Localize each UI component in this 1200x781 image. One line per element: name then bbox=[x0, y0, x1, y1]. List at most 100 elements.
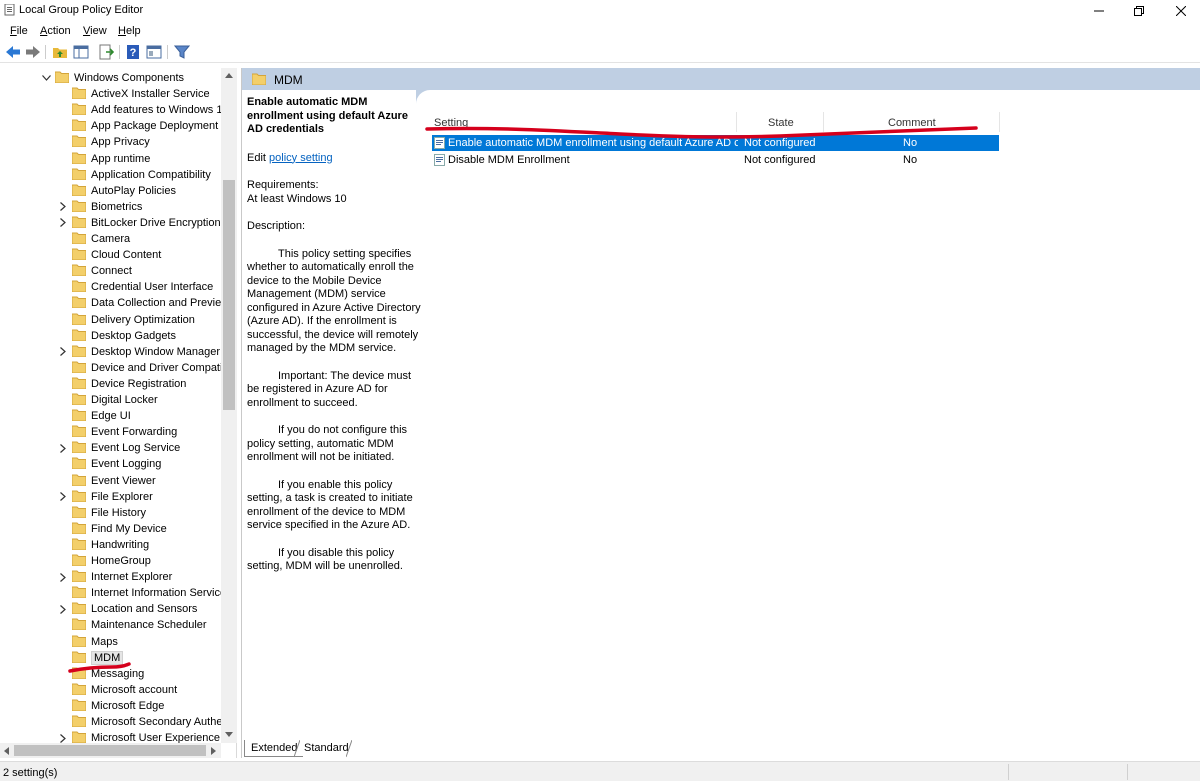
tree-item-label: Data Collection and Preview Builds bbox=[91, 297, 236, 310]
chevron-right-icon[interactable] bbox=[57, 215, 69, 231]
tree-item-digital-locker[interactable]: Digital Locker bbox=[0, 392, 221, 408]
scroll-up-icon[interactable] bbox=[225, 72, 233, 78]
group-policy-app-icon bbox=[4, 4, 15, 16]
column-header-state[interactable]: State bbox=[768, 117, 794, 133]
folder-icon bbox=[72, 393, 86, 405]
tree-item-app-privacy[interactable]: App Privacy bbox=[0, 134, 221, 150]
tree-item-label: Internet Information Services bbox=[91, 587, 232, 600]
tree-item-add-features-to-windows-10[interactable]: Add features to Windows 10 bbox=[0, 102, 229, 118]
tree-item-biometrics[interactable]: Biometrics bbox=[0, 199, 221, 215]
folder-icon bbox=[72, 715, 86, 727]
tree-item-desktop-window-manager[interactable]: Desktop Window Manager bbox=[0, 344, 221, 360]
restore-button[interactable] bbox=[1122, 0, 1156, 21]
tree-item-microsoft-secondary-authentication-factor[interactable]: Microsoft Secondary Authentication Facto… bbox=[0, 714, 236, 730]
column-header-comment[interactable]: Comment bbox=[888, 117, 936, 133]
folder-icon bbox=[72, 635, 86, 647]
requirements-value: At least Windows 10 bbox=[247, 192, 347, 205]
tree-item-label: Edge UI bbox=[91, 410, 131, 423]
tree-item-find-my-device[interactable]: Find My Device bbox=[0, 521, 221, 537]
chevron-right-icon[interactable] bbox=[57, 569, 69, 585]
tree-item-mdm[interactable]: MDM bbox=[0, 650, 221, 666]
tree-item-bitlocker-drive-encryption[interactable]: BitLocker Drive Encryption bbox=[0, 215, 221, 231]
window-title: Local Group Policy Editor bbox=[19, 4, 144, 16]
tree-item-edge-ui[interactable]: Edge UI bbox=[0, 408, 221, 424]
tree-item-cloud-content[interactable]: Cloud Content bbox=[0, 247, 221, 263]
edit-policy-setting-link[interactable]: policy setting bbox=[269, 152, 333, 164]
tree-item-app-runtime[interactable]: App runtime bbox=[0, 151, 221, 167]
console-tree: Windows Components ActiveX Installer Serv… bbox=[0, 68, 237, 758]
tree-item-camera[interactable]: Camera bbox=[0, 231, 221, 247]
properties-icon[interactable] bbox=[146, 44, 162, 60]
tree-item-microsoft-edge[interactable]: Microsoft Edge bbox=[0, 698, 221, 714]
tree-item-label: AutoPlay Policies bbox=[91, 184, 176, 197]
tree-item-event-forwarding[interactable]: Event Forwarding bbox=[0, 424, 221, 440]
filter-icon[interactable] bbox=[174, 44, 190, 60]
tree-item-internet-information-services[interactable]: Internet Information Services bbox=[0, 585, 232, 601]
tree-item-microsoft-account[interactable]: Microsoft account bbox=[0, 682, 221, 698]
tree-item-application-compatibility[interactable]: Application Compatibility bbox=[0, 167, 221, 183]
tree-item-event-log-service[interactable]: Event Log Service bbox=[0, 440, 221, 456]
chevron-right-icon[interactable] bbox=[57, 489, 69, 505]
chevron-right-icon[interactable] bbox=[57, 199, 69, 215]
tree-item-label: Maintenance Scheduler bbox=[91, 619, 207, 632]
forward-arrow-icon[interactable] bbox=[25, 44, 41, 60]
tree-item-label: Delivery Optimization bbox=[91, 313, 195, 326]
chevron-right-icon[interactable] bbox=[57, 601, 69, 617]
scroll-left-icon[interactable] bbox=[3, 747, 9, 755]
tree-item-internet-explorer[interactable]: Internet Explorer bbox=[0, 569, 221, 585]
scroll-down-icon[interactable] bbox=[225, 732, 233, 738]
back-arrow-icon[interactable] bbox=[5, 44, 21, 60]
tree-item-file-explorer[interactable]: File Explorer bbox=[0, 489, 221, 505]
chevron-right-icon[interactable] bbox=[57, 344, 69, 360]
tree-item-file-history[interactable]: File History bbox=[0, 505, 221, 521]
menu-help[interactable]: Help bbox=[118, 25, 141, 37]
policy-row-disable-mdm-enrollment[interactable]: Disable MDM Enrollment Not configured No bbox=[432, 152, 999, 168]
tree-item-label: Event Viewer bbox=[91, 474, 156, 487]
menu-view[interactable]: View bbox=[83, 25, 107, 37]
minimize-button[interactable] bbox=[1082, 0, 1116, 21]
chevron-down-icon[interactable] bbox=[40, 70, 52, 86]
chevron-right-icon[interactable] bbox=[57, 440, 69, 456]
show-hide-tree-icon[interactable] bbox=[73, 44, 89, 60]
up-folder-icon[interactable] bbox=[52, 44, 68, 60]
policy-row-enable-automatic-mdm[interactable]: Enable automatic MDM enrollment using de… bbox=[432, 135, 999, 151]
tree-item-windows-components[interactable]: Windows Components bbox=[0, 70, 221, 86]
folder-icon bbox=[252, 73, 266, 85]
menu-action[interactable]: Action bbox=[40, 25, 71, 37]
tree-item-label: Credential User Interface bbox=[91, 281, 214, 294]
description-paragraph: If you do not configure this policy sett… bbox=[247, 424, 408, 463]
tree-item-connect[interactable]: Connect bbox=[0, 263, 221, 279]
tree-item-desktop-gadgets[interactable]: Desktop Gadgets bbox=[0, 328, 221, 344]
tree-item-event-logging[interactable]: Event Logging bbox=[0, 456, 221, 472]
tree-item-location-and-sensors[interactable]: Location and Sensors bbox=[0, 601, 221, 617]
tree-item-label: Handwriting bbox=[91, 538, 150, 551]
tree-item-maintenance-scheduler[interactable]: Maintenance Scheduler bbox=[0, 617, 221, 633]
column-header-setting[interactable]: Setting bbox=[434, 117, 468, 133]
tree-item-maps[interactable]: Maps bbox=[0, 634, 221, 650]
scroll-right-icon[interactable] bbox=[211, 747, 217, 755]
tree-item-label: BitLocker Drive Encryption bbox=[91, 216, 221, 229]
tree-vertical-scrollbar[interactable] bbox=[221, 68, 237, 743]
tree-item-data-collection-and-preview-builds[interactable]: Data Collection and Preview Builds bbox=[0, 295, 236, 311]
tree-item-handwriting[interactable]: Handwriting bbox=[0, 537, 221, 553]
tree-item-event-viewer[interactable]: Event Viewer bbox=[0, 473, 221, 489]
help-icon[interactable]: ? bbox=[125, 44, 141, 60]
tree-item-activex-installer-service[interactable]: ActiveX Installer Service bbox=[0, 86, 221, 102]
policy-comment: No bbox=[903, 154, 918, 166]
tree-item-messaging[interactable]: Messaging bbox=[0, 666, 221, 682]
folder-icon bbox=[72, 296, 86, 309]
tree-item-delivery-optimization[interactable]: Delivery Optimization bbox=[0, 312, 221, 328]
tree-item-app-package-deployment[interactable]: App Package Deployment bbox=[0, 118, 221, 134]
tree-horizontal-scrollbar[interactable] bbox=[0, 743, 221, 758]
menu-file[interactable]: File bbox=[10, 25, 28, 37]
tree-item-label: App Package Deployment bbox=[91, 120, 219, 133]
export-list-icon[interactable] bbox=[98, 44, 114, 60]
details-pane: MDM Enable automatic MDM enrollment usin… bbox=[241, 68, 1200, 758]
close-button[interactable] bbox=[1164, 0, 1198, 21]
tree-item-credential-user-interface[interactable]: Credential User Interface bbox=[0, 279, 221, 295]
tree-item-device-and-driver-compatibility[interactable]: Device and Driver Compatibility bbox=[0, 360, 236, 376]
tree-item-autoplay-policies[interactable]: AutoPlay Policies bbox=[0, 183, 221, 199]
toolbar: ? bbox=[0, 41, 1200, 63]
tree-item-device-registration[interactable]: Device Registration bbox=[0, 376, 221, 392]
tree-item-homegroup[interactable]: HomeGroup bbox=[0, 553, 221, 569]
